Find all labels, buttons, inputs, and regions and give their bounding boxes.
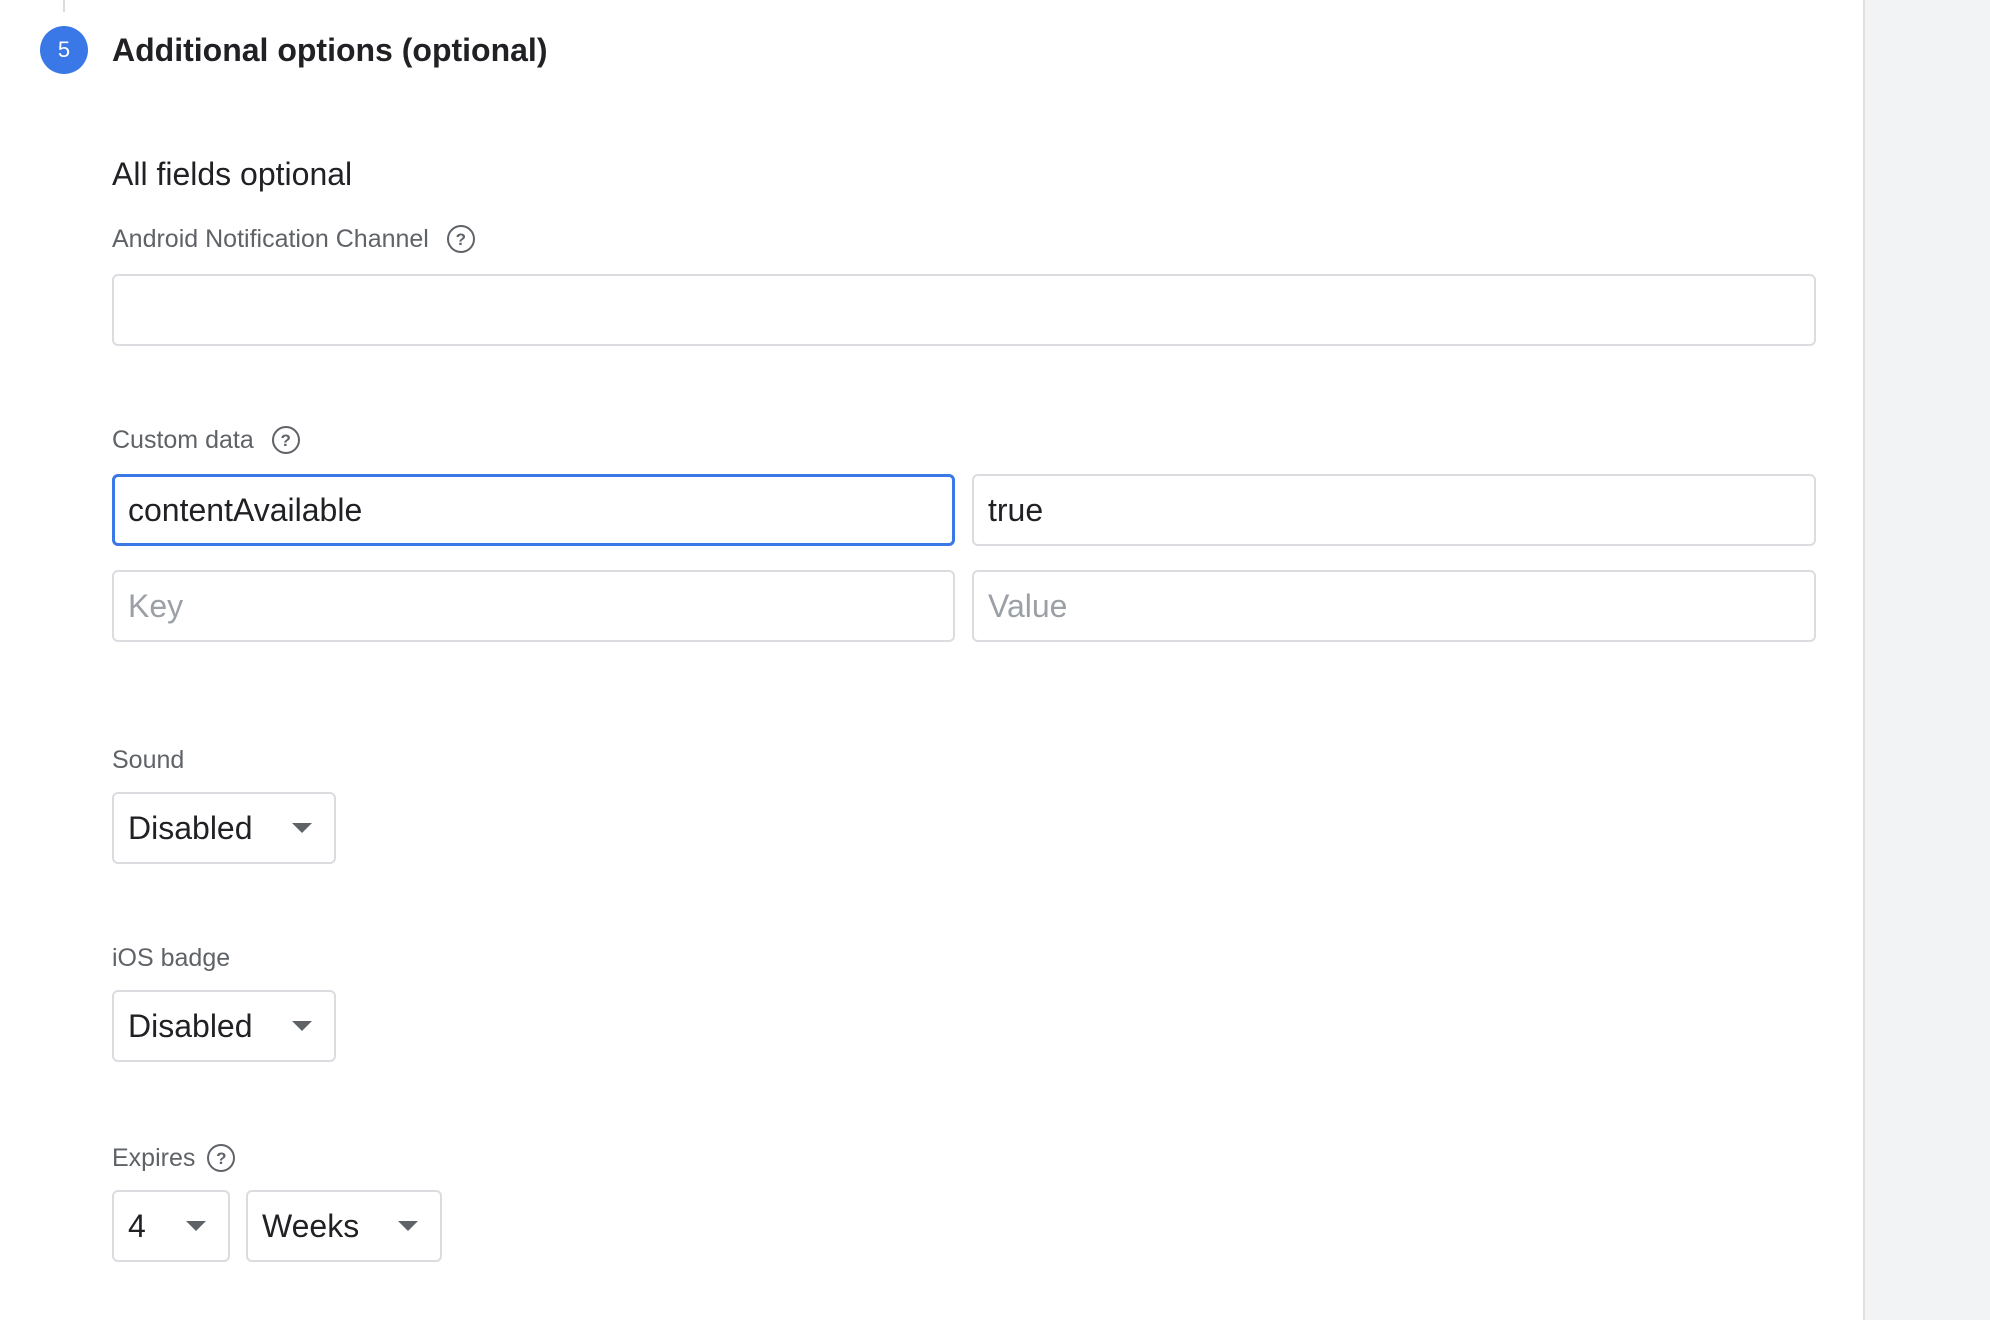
main-panel: 5 Additional options (optional) All fiel… [0,0,1863,1320]
custom-data-key-input-empty[interactable] [112,570,955,642]
arrow-drop-down-icon [292,1021,312,1031]
sound-label-row: Sound [112,743,184,777]
custom-data-label-row: Custom data ? [112,423,300,457]
help-icon[interactable]: ? [271,426,300,454]
sound-label: Sound [112,746,185,774]
arrow-drop-down-icon [292,823,312,833]
custom-data-key-input[interactable] [112,474,955,546]
arrow-drop-down-icon [186,1221,206,1231]
custom-data-label: Custom data [112,426,254,454]
step-number-badge: 5 [40,26,88,74]
step-title[interactable]: Additional options (optional) [112,28,547,72]
expires-unit-select[interactable]: Weeks [246,1190,442,1262]
sound-select[interactable]: Disabled [112,792,336,864]
expires-amount-value: 4 [128,1207,146,1244]
step-connector-line [63,0,65,12]
ios-badge-label: iOS badge [112,944,231,972]
expires-label-row: Expires ? [112,1141,236,1175]
help-icon[interactable]: ? [446,225,475,253]
android-channel-label: Android Notification Channel [112,225,429,253]
android-channel-input[interactable] [112,274,1816,346]
expires-amount-select[interactable]: 4 [112,1190,230,1262]
expires-label: Expires [112,1144,196,1172]
section-subtitle: All fields optional [112,156,353,192]
arrow-drop-down-icon [398,1221,418,1231]
ios-badge-select-value: Disabled [128,1007,253,1044]
ios-badge-label-row: iOS badge [112,941,230,975]
custom-data-value-input-empty[interactable] [972,570,1816,642]
sound-select-value: Disabled [128,809,253,846]
help-icon[interactable]: ? [207,1144,236,1172]
ios-badge-select[interactable]: Disabled [112,990,336,1062]
expires-unit-value: Weeks [262,1207,360,1244]
custom-data-value-input[interactable] [972,474,1816,546]
android-channel-label-row: Android Notification Channel ? [112,222,475,256]
side-panel [1863,0,1990,1320]
